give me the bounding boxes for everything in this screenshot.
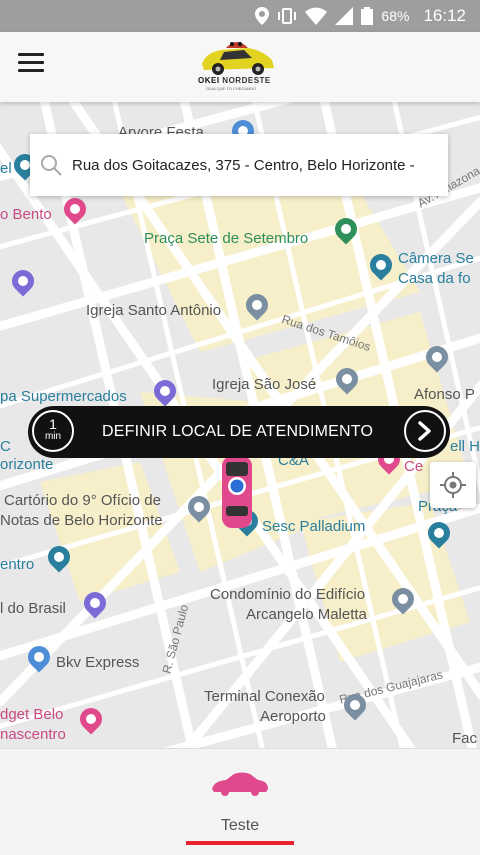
map-label-bkv-express[interactable]: Bkv Express — [56, 654, 139, 671]
map-label-bento[interactable]: o Bento — [0, 206, 52, 223]
car-icon — [212, 772, 268, 796]
map-label-ell-ho: ell Ho — [450, 438, 480, 455]
crosshair-icon — [440, 472, 466, 498]
chevron-right-icon[interactable] — [404, 410, 446, 452]
map-label-praca-sete[interactable]: Praça Sete de Setembro — [144, 230, 308, 247]
brand-tagline: GUIA QUE TO CHEGANDO — [206, 86, 257, 91]
eta-badge: 1 min — [32, 410, 74, 452]
map-label-igreja-sao-jose[interactable]: Igreja São José — [212, 376, 316, 393]
brand-suffix: NORDESTE — [222, 76, 271, 85]
wifi-icon — [305, 7, 328, 25]
map-label-igreja-santo-antonio[interactable]: Igreja Santo Antônio — [86, 302, 221, 319]
eta-unit: min — [44, 431, 62, 442]
map-label-el: el — [0, 160, 12, 177]
selected-tab-indicator — [186, 841, 294, 845]
map-label-ce: Ce — [404, 458, 424, 475]
map-label-cartorio-1[interactable]: Cartório do 9° Ofício de — [4, 492, 161, 509]
category-tab-teste[interactable]: Teste — [186, 769, 294, 845]
car-marker-icon — [222, 456, 252, 528]
brand-name: OKEI — [198, 76, 220, 85]
map-label-c: C — [0, 438, 11, 455]
address-input[interactable]: Rua dos Goitacazes, 375 - Centro, Belo H… — [72, 157, 442, 174]
clock: 16:12 — [423, 6, 466, 25]
location-icon — [255, 7, 270, 25]
status-bar: 68% 16:12 — [0, 0, 480, 32]
map-label-condominio-1[interactable]: Condomínio do Edifício — [210, 586, 365, 603]
map-label-terminal-2: Aeroporto — [260, 708, 326, 725]
map-label-dget-1[interactable]: dget Belo — [0, 706, 63, 723]
address-search-box[interactable]: Rua dos Goitacazes, 375 - Centro, Belo H… — [30, 134, 448, 196]
category-tab-label: Teste — [220, 817, 260, 834]
map-label-camera[interactable]: Câmera Se — [398, 250, 474, 267]
set-pickup-location-button[interactable]: 1 min DEFINIR LOCAL DE ATENDIMENTO — [28, 406, 450, 458]
map-label-cartorio-2: Notas de Belo Horizonte — [0, 512, 163, 529]
my-location-button[interactable] — [430, 462, 476, 508]
map-label-condominio-2: Arcangelo Maletta — [246, 606, 367, 623]
map-label-supermercados[interactable]: pa Supermercados — [0, 388, 127, 405]
hamburger-menu-icon[interactable] — [18, 53, 44, 73]
map-label-centro: entro — [0, 556, 35, 573]
signal-icon — [335, 7, 354, 25]
map-label-dget-2: nascentro — [0, 726, 66, 743]
battery-icon — [361, 7, 374, 25]
map-label-terminal-1[interactable]: Terminal Conexão — [204, 688, 325, 705]
eta-value: 1 — [49, 416, 57, 432]
vibrate-icon — [278, 8, 297, 24]
map-label-do-brasil[interactable]: l do Brasil — [0, 600, 66, 617]
app-logo: OKEI NORDESTE GUIA QUE TO CHEGANDO — [196, 38, 278, 96]
search-icon — [41, 155, 62, 176]
app-bar: OKEI NORDESTE GUIA QUE TO CHEGANDO — [0, 32, 480, 102]
battery-level: 68% — [381, 8, 410, 24]
pickup-label: DEFINIR LOCAL DE ATENDIMENTO — [102, 423, 374, 440]
category-bar: Teste — [0, 748, 480, 855]
map-label-horizonte: orizonte — [0, 456, 54, 473]
map-label-casa-da-foto[interactable]: Casa da fo — [398, 270, 471, 287]
map-label-afonso[interactable]: Afonso P — [414, 386, 475, 403]
map-label-sesc-palladium[interactable]: Sesc Palladium — [262, 518, 365, 535]
map-label-fac: Fac — [452, 730, 478, 747]
